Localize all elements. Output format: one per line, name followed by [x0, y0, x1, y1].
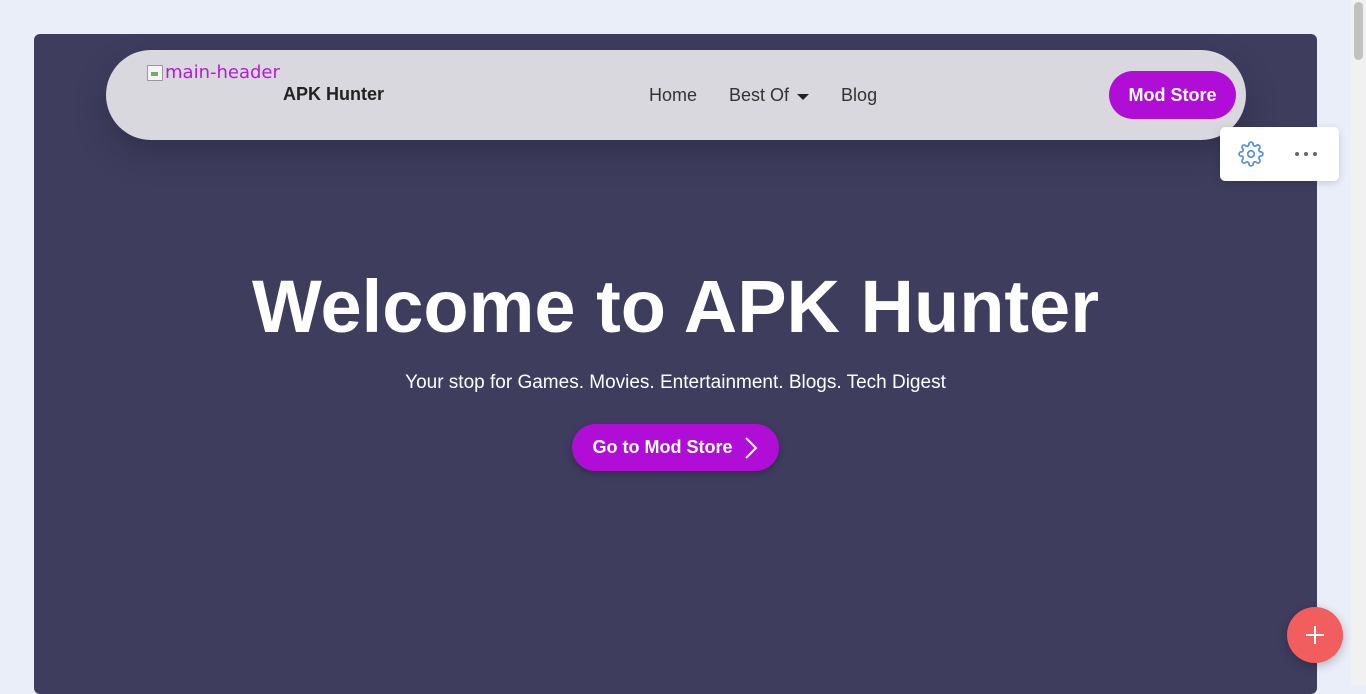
gear-icon[interactable]: [1237, 140, 1265, 168]
navbar: main-header APK Hunter Home Best Of Blog…: [106, 50, 1246, 140]
chevron-right-icon: [745, 436, 758, 459]
mod-store-button[interactable]: Mod Store: [1109, 71, 1236, 119]
caret-down-icon: [797, 93, 810, 100]
broken-image-icon: [147, 64, 163, 81]
nav-best-of[interactable]: Best Of: [729, 85, 810, 106]
scrollbar-thumb[interactable]: [1354, 2, 1363, 60]
go-to-mod-store-label: Go to Mod Store: [592, 437, 733, 457]
add-button[interactable]: [1287, 607, 1343, 663]
vertical-scrollbar[interactable]: [1351, 0, 1366, 685]
hero-subtitle: Your stop for Games. Movies. Entertainme…: [405, 372, 946, 393]
editor-toolbar: [1220, 127, 1339, 181]
nav-best-of-label: Best Of: [729, 85, 790, 105]
hero-title: Welcome to APK Hunter: [252, 265, 1099, 348]
nav-blog[interactable]: Blog: [841, 85, 877, 106]
site-title[interactable]: APK Hunter: [283, 84, 384, 105]
plus-icon: [1306, 626, 1324, 644]
logo-alt-text: main-header: [165, 62, 280, 83]
logo-image[interactable]: main-header: [147, 62, 280, 83]
more-horizontal-icon[interactable]: [1295, 152, 1317, 156]
nav-menu: Home Best Of Blog: [649, 85, 877, 106]
nav-home[interactable]: Home: [649, 85, 697, 106]
go-to-mod-store-button[interactable]: Go to Mod Store: [572, 424, 779, 471]
